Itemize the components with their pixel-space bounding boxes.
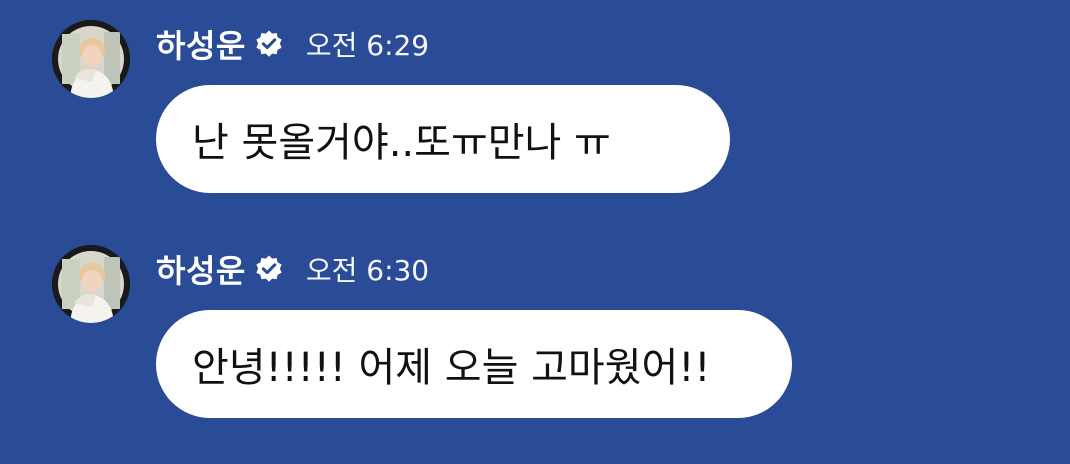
message-timestamp: 오전 6:29 <box>305 29 430 62</box>
message-item: 하성운 오전 6:30 안녕!!!!! 어제 오늘 고마웠어!! <box>0 225 1070 425</box>
message-header: 하성운 오전 6:30 <box>156 247 429 291</box>
message-text: 난 못올거야..또ㅠ만나 ㅠ <box>192 120 611 166</box>
avatar[interactable] <box>52 245 130 323</box>
message-text: 안녕!!!!! 어제 오늘 고마웠어!! <box>192 345 711 391</box>
verified-badge-icon <box>254 29 284 59</box>
avatar-photo <box>52 245 130 323</box>
sender-name[interactable]: 하성운 <box>156 21 246 67</box>
message-item: 하성운 오전 6:29 난 못올거야..또ㅠ만나 ㅠ <box>0 0 1070 200</box>
message-bubble[interactable]: 난 못올거야..또ㅠ만나 ㅠ <box>156 85 730 193</box>
message-bubble[interactable]: 안녕!!!!! 어제 오늘 고마웠어!! <box>156 310 792 418</box>
avatar[interactable] <box>52 20 130 98</box>
message-list[interactable]: 하성운 오전 6:29 난 못올거야..또ㅠ만나 ㅠ 하성운 오전 6:30 안… <box>0 0 1070 464</box>
message-timestamp: 오전 6:30 <box>305 254 430 287</box>
message-header: 하성운 오전 6:29 <box>156 22 429 66</box>
avatar-photo <box>52 20 130 98</box>
chat-screen: { "theme": { "background": "#2a4b95", "b… <box>0 0 1070 464</box>
sender-name[interactable]: 하성운 <box>156 246 246 292</box>
verified-badge-icon <box>254 254 284 284</box>
